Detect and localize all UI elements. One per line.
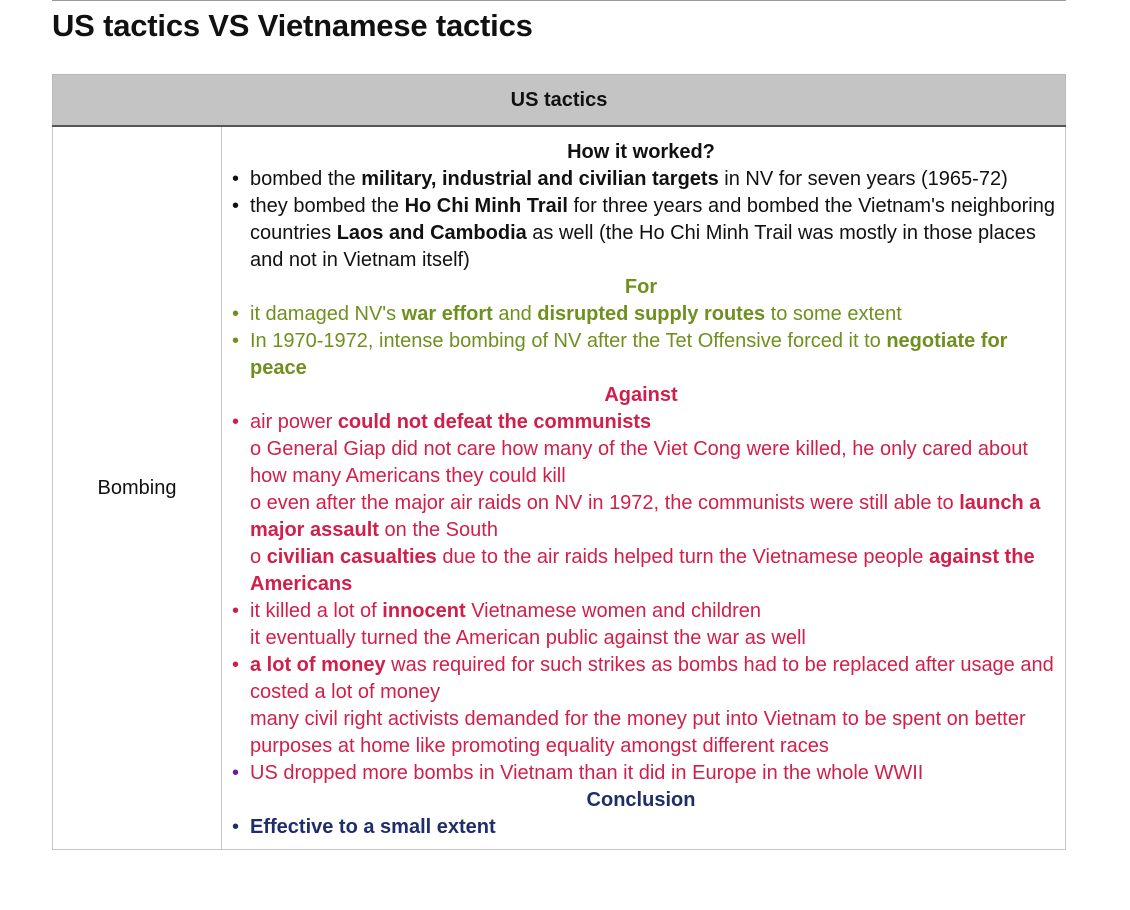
bullet-icon: • [232,816,240,838]
bullet-icon: • [232,600,240,622]
bullet-icon: • [232,654,240,676]
against-heading: Against [604,384,678,406]
table-header: US tactics [52,74,1066,127]
continuation-line: many civil right activists demanded for … [250,708,1026,757]
bullet-icon: • [232,303,240,325]
row-label-bombing: Bombing [52,125,222,850]
against-list: • air power could not defeat the communis… [227,409,1055,787]
conclusion-list: • Effective to a small extent [227,814,1055,841]
list-item: • US dropped more bombs in Vietnam than i… [227,760,1055,787]
top-divider [52,0,1066,1]
continuation-line: it eventually turned the American public… [250,627,806,649]
for-list: • it damaged NV's war effort and disrupte… [227,301,1055,382]
table-row: Bombing How it worked? • bombed the milit… [52,125,1066,850]
bullet-icon: • [232,411,240,433]
list-item: • Effective to a small extent [227,814,1055,841]
list-item: • it killed a lot of innocent Vietnamese … [227,598,1055,652]
list-item: • they bombed the Ho Chi Minh Trail for t… [232,195,1055,271]
list-item: • a lot of money was required for such st… [227,652,1055,760]
bullet-icon: • [232,168,240,190]
conclusion-heading: Conclusion [586,789,696,811]
list-item: • it damaged NV's war effort and disrupte… [227,301,1055,328]
bullet-icon: • [232,762,240,784]
list-item: • In 1970-1972, intense bombing of NV aft… [232,330,1008,379]
list-item: • bombed the military, industrial and civ… [227,166,1055,193]
for-heading: For [624,276,658,298]
how-it-worked-heading: How it worked? [567,141,715,163]
sub-point: o even after the major air raids on NV i… [250,492,1041,541]
bullet-icon: • [232,330,240,352]
sub-point: o General Giap did not care how many of … [250,438,1028,487]
sub-point: o civilian casualties due to the air rai… [250,546,1035,595]
bullet-icon: • [232,195,240,217]
page-title: US tactics VS Vietnamese tactics [52,8,533,43]
list-item: • air power could not defeat the communis… [227,409,1055,598]
bombing-details: How it worked? • bombed the military, ind… [221,125,1066,850]
how-list: • bombed the military, industrial and civ… [227,166,1055,274]
tactics-table: US tactics Bombing How it worked? • bombe… [52,74,1066,850]
